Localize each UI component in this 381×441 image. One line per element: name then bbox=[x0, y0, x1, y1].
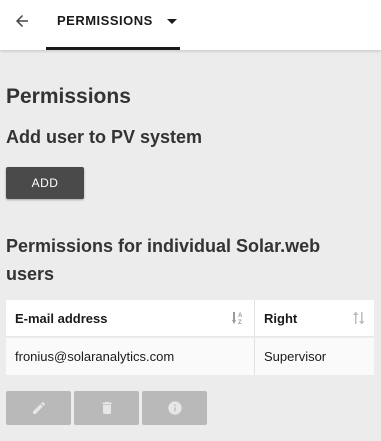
edit-icon bbox=[32, 401, 45, 414]
sort-alpha-icon[interactable]: A Z bbox=[232, 311, 246, 325]
permissions-table: E-mail address A Z Right fronius@solaran… bbox=[6, 300, 374, 375]
info-button[interactable] bbox=[142, 391, 207, 425]
top-bar: PERMISSIONS bbox=[0, 0, 381, 50]
svg-text:A: A bbox=[238, 313, 243, 319]
email-cell: fronius@solaranalytics.com bbox=[6, 338, 255, 375]
table-header-row: E-mail address A Z Right bbox=[6, 300, 374, 337]
page-title: Permissions bbox=[6, 85, 131, 108]
tab-permissions-label: PERMISSIONS bbox=[57, 13, 153, 28]
back-button[interactable] bbox=[10, 9, 34, 33]
trash-icon bbox=[101, 402, 112, 414]
column-header-right[interactable]: Right bbox=[255, 300, 374, 336]
info-icon bbox=[167, 401, 182, 415]
edit-button[interactable] bbox=[6, 391, 71, 425]
column-header-right-label: Right bbox=[264, 310, 298, 326]
add-user-button[interactable]: ADD bbox=[6, 167, 84, 199]
svg-text:Z: Z bbox=[238, 320, 242, 325]
delete-button[interactable] bbox=[74, 391, 139, 425]
table-row[interactable]: fronius@solaranalytics.com Supervisor bbox=[6, 338, 374, 375]
right-cell: Supervisor bbox=[264, 349, 327, 364]
action-buttons bbox=[6, 391, 207, 425]
column-header-email-label: E-mail address bbox=[15, 310, 108, 326]
permissions-heading: Permissions for individual Solar.web use… bbox=[6, 236, 321, 284]
tab-active-indicator bbox=[46, 47, 180, 50]
tab-permissions[interactable]: PERMISSIONS bbox=[46, 0, 180, 50]
caret-down-icon[interactable] bbox=[167, 19, 177, 24]
arrow-left-icon bbox=[16, 15, 28, 27]
add-user-heading: Add user to PV system bbox=[6, 127, 203, 147]
sort-icon[interactable] bbox=[352, 311, 366, 325]
column-header-email[interactable]: E-mail address A Z bbox=[6, 300, 255, 336]
